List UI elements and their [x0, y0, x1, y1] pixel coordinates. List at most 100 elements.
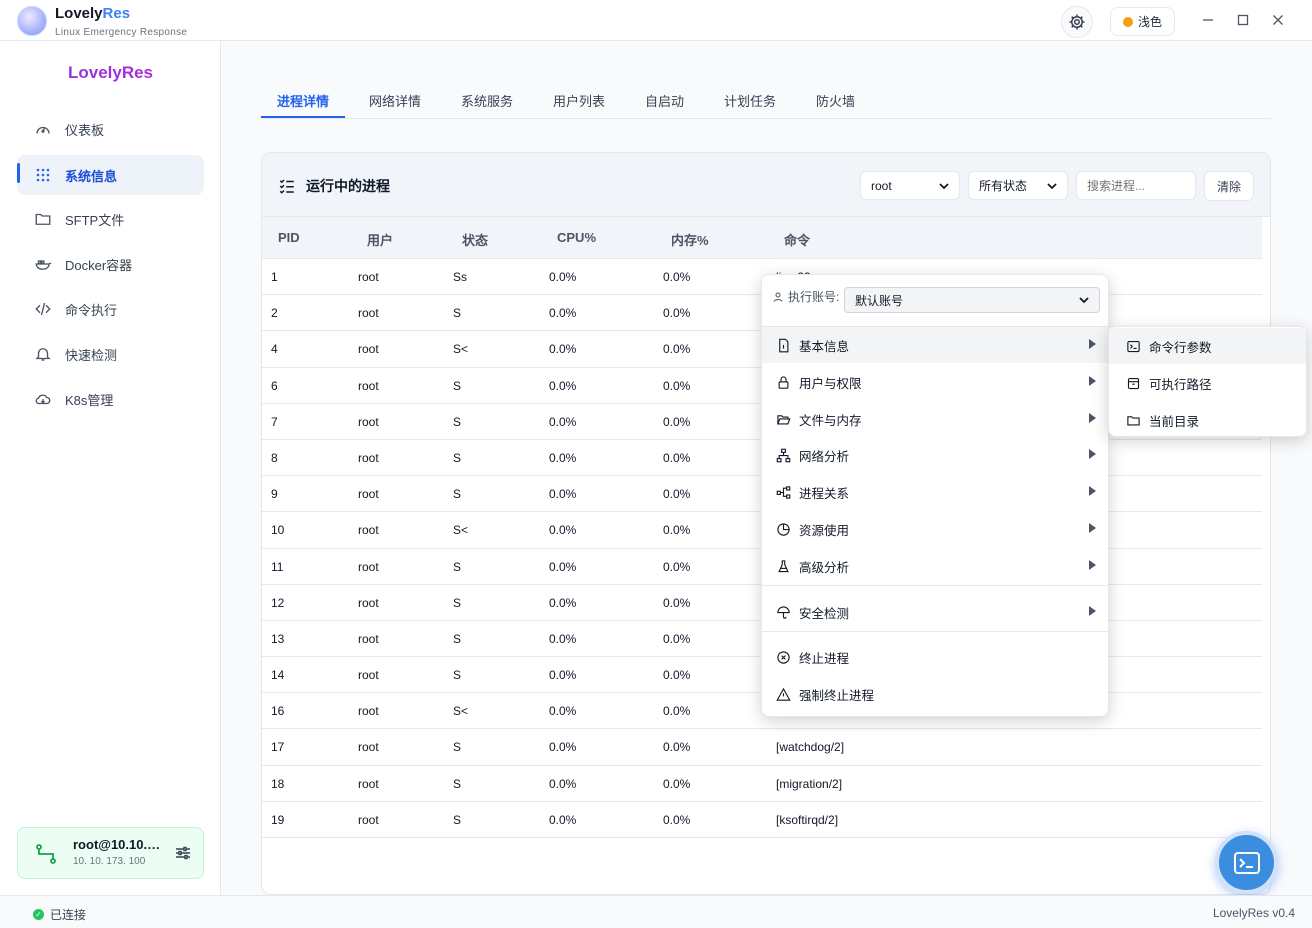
- process-search-input[interactable]: [1076, 171, 1196, 200]
- menu-item-pie[interactable]: 资源使用: [762, 511, 1108, 547]
- account-select-value: 默认账号: [855, 293, 904, 308]
- tab-firewall[interactable]: 防火墙: [816, 91, 855, 110]
- table-row[interactable]: 17 root S 0.0% 0.0% [watchdog/2]: [262, 729, 1262, 766]
- cell-state: S: [453, 559, 462, 574]
- col-state[interactable]: 状态: [462, 230, 488, 249]
- cell-pid: 19: [271, 812, 285, 827]
- cell-user: root: [358, 740, 379, 755]
- app-name-main: Lovely: [55, 5, 103, 22]
- close-button[interactable]: [1268, 10, 1288, 30]
- cell-user: root: [358, 704, 379, 719]
- folder-open-icon: [775, 411, 791, 427]
- menu-item-tree[interactable]: 进程关系: [762, 474, 1108, 510]
- menu-item-umbrella[interactable]: 安全检测: [762, 594, 1108, 630]
- clear-button[interactable]: 清除: [1204, 171, 1254, 201]
- tune-icon[interactable]: [175, 845, 191, 861]
- state-filter-value: 所有状态: [979, 179, 1028, 193]
- sidebar-item-sftp[interactable]: SFTP文件: [17, 199, 204, 239]
- menu-item-x-circle[interactable]: 终止进程: [762, 639, 1108, 675]
- menu-item-label: 安全检测: [799, 606, 850, 621]
- col-cpu[interactable]: CPU%: [557, 230, 596, 245]
- sidebar-item-quick-scan[interactable]: 快速检测: [17, 334, 204, 374]
- folder-icon: [34, 210, 52, 228]
- cell-user: root: [358, 414, 379, 429]
- submenu-item-terminal[interactable]: 命令行参数: [1109, 328, 1306, 364]
- app-name: LovelyRes: [55, 5, 130, 22]
- cell-cpu: 0.0%: [549, 776, 577, 791]
- tab-users[interactable]: 用户列表: [553, 91, 605, 110]
- cell-mem: 0.0%: [663, 631, 691, 646]
- tab-autostart[interactable]: 自启动: [645, 91, 684, 110]
- menu-item-warning[interactable]: 强制终止进程: [762, 676, 1108, 712]
- app-subtitle: Linux Emergency Response: [55, 27, 188, 38]
- network-icon: [775, 447, 791, 463]
- submenu-item-box[interactable]: 可执行路径: [1109, 365, 1306, 401]
- tab-network[interactable]: 网络详情: [369, 91, 421, 110]
- file-info-icon: [775, 337, 791, 353]
- cell-cpu: 0.0%: [549, 740, 577, 755]
- chevron-right-icon: [1089, 523, 1096, 533]
- table-row[interactable]: 18 root S 0.0% 0.0% [migration/2]: [262, 766, 1262, 802]
- submenu: 命令行参数 可执行路径 当前目录: [1108, 326, 1307, 437]
- active-indicator: [17, 163, 20, 183]
- col-user[interactable]: 用户: [367, 230, 393, 249]
- table-row[interactable]: 19 root S 0.0% 0.0% [ksoftirqd/2]: [262, 802, 1262, 838]
- menu-item-label: 用户与权限: [799, 376, 862, 391]
- terminal-fab-button[interactable]: [1215, 831, 1278, 894]
- cell-user: root: [358, 487, 379, 502]
- sidebar-item-dashboard[interactable]: 仪表板: [17, 109, 204, 149]
- table-header: PID 用户 状态 CPU% 内存% 命令: [262, 217, 1262, 259]
- connection-card[interactable]: root@10.10.173.100 10. 10. 173. 100: [17, 827, 204, 879]
- sidebar-item-label: 仪表板: [65, 122, 105, 138]
- sidebar-item-label: SFTP文件: [65, 212, 125, 228]
- panel-title: 运行中的进程: [278, 176, 390, 196]
- tree-icon: [775, 484, 791, 500]
- box-icon: [1125, 375, 1141, 391]
- col-mem[interactable]: 内存%: [671, 230, 709, 249]
- cell-cpu: 0.0%: [549, 595, 577, 610]
- cell-mem: 0.0%: [663, 523, 691, 538]
- cell-user: root: [358, 523, 379, 538]
- col-command[interactable]: 命令: [784, 230, 810, 249]
- user-filter-select[interactable]: root: [860, 171, 960, 200]
- maximize-button[interactable]: [1233, 10, 1253, 30]
- connection-user: root@10.10.173.100: [73, 837, 165, 852]
- sidebar-item-label: Docker容器: [65, 257, 133, 273]
- sidebar-item-k8s[interactable]: K8s管理: [17, 379, 204, 419]
- cell-mem: 0.0%: [663, 342, 691, 357]
- menu-item-label: 强制终止进程: [799, 688, 875, 703]
- cell-mem: 0.0%: [663, 414, 691, 429]
- col-pid[interactable]: PID: [278, 230, 300, 245]
- tab-services[interactable]: 系统服务: [461, 91, 513, 110]
- panel-header: 运行中的进程 root 所有状态 清除: [262, 153, 1270, 217]
- sidebar-item-command[interactable]: 命令执行: [17, 289, 204, 329]
- minimize-button[interactable]: [1198, 10, 1218, 30]
- menu-item-lock[interactable]: 用户与权限: [762, 364, 1108, 400]
- cell-state: S: [453, 414, 462, 429]
- sidebar-item-docker[interactable]: Docker容器: [17, 244, 204, 284]
- sidebar-brand: LovelyRes: [0, 63, 221, 83]
- sidebar-item-system-info[interactable]: 系统信息: [17, 155, 204, 195]
- menu-item-flask[interactable]: 高级分析: [762, 548, 1108, 584]
- tab-cron[interactable]: 计划任务: [724, 91, 776, 110]
- menu-divider: [762, 631, 1108, 632]
- cell-pid: 13: [271, 631, 285, 646]
- menu-item-file-info[interactable]: 基本信息: [762, 327, 1108, 363]
- theme-toggle-button[interactable]: 浅色: [1110, 7, 1175, 36]
- menu-item-network[interactable]: 网络分析: [762, 437, 1108, 473]
- settings-button[interactable]: [1061, 6, 1093, 38]
- tab-process[interactable]: 进程详情: [277, 91, 329, 110]
- cell-cmd: [watchdog/2]: [776, 740, 845, 755]
- cell-user: root: [358, 812, 379, 827]
- submenu-item-folder[interactable]: 当前目录: [1109, 402, 1306, 438]
- menu-item-folder-open[interactable]: 文件与内存: [762, 401, 1108, 437]
- cell-user: root: [358, 306, 379, 321]
- cell-user: root: [358, 559, 379, 574]
- connection-status: ✓ 已连接: [33, 906, 86, 923]
- cell-mem: 0.0%: [663, 487, 691, 502]
- account-select[interactable]: 默认账号: [844, 287, 1100, 313]
- cell-user: root: [358, 342, 379, 357]
- state-filter-select[interactable]: 所有状态: [968, 171, 1068, 200]
- cell-cpu: 0.0%: [549, 487, 577, 502]
- cell-cpu: 0.0%: [549, 342, 577, 357]
